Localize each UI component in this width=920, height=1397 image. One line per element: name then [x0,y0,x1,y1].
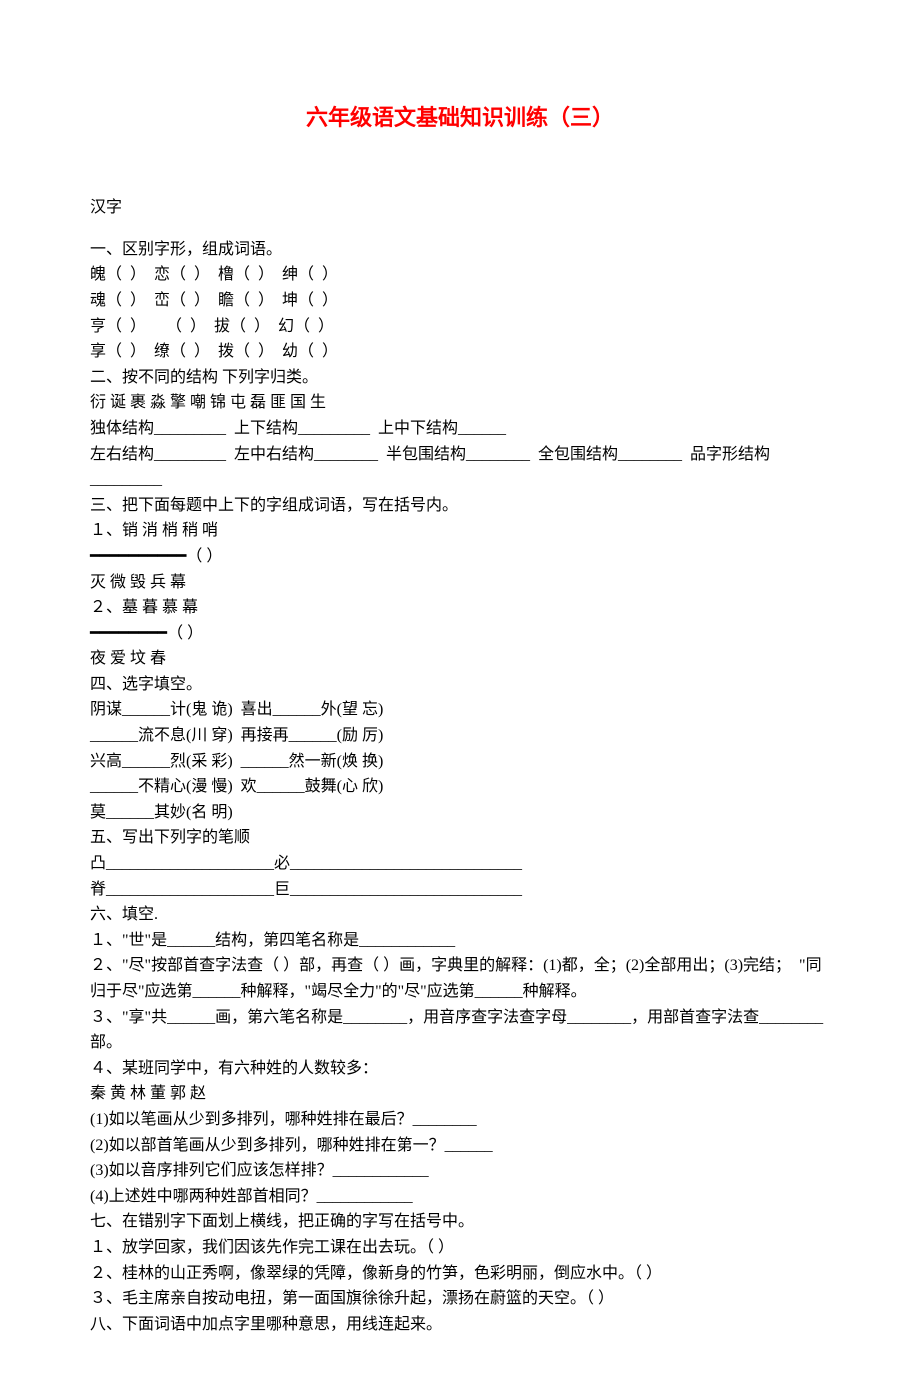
section-3-heading: 三、把下面每题中上下的字组成词语，写在括号内。 [90,493,830,519]
section-5-line: 凸_____________________必_________________… [90,851,830,877]
section-1-line: 魂（ ） 峦（ ） 瞻（ ） 坤（ ） [90,288,830,314]
section-6-line: １、"世"是______结构，第四笔名称是____________ [90,928,830,954]
section-1-line: 亨（ ） （ ） 拔（ ） 幻（ ） [90,314,830,340]
section-6-line: (3)如以音序排列它们应该怎样排？____________ [90,1158,830,1184]
section-4-line: ______不精心(漫 慢) 欢______鼓舞(心 欣) [90,774,830,800]
section-5-line: 脊_____________________巨_________________… [90,877,830,903]
section-4-line: 阴谋______计(鬼 诡) 喜出______外(望 忘) [90,697,830,723]
section-2-line: 独体结构_________ 上下结构_________ 上中下结构______ [90,416,830,442]
section-7-line: ２、桂林的山正秀啊，像翠绿的凭障，像新身的竹笋，色彩明丽，倒应水中。（ ） [90,1261,830,1287]
subject-header: 汉字 [90,195,830,221]
section-6-line: ２、"尽"按部首查字法查（ ）部，再查（ ）画，字典里的解释：(1)都，全；(2… [90,953,830,1004]
section-6-line: ４、某班同学中，有六种姓的人数较多： [90,1056,830,1082]
section-1-line: 享（ ） 缭（ ） 拨（ ） 幼（ ） [90,339,830,365]
section-3-line: 灭 微 毁 兵 幕 [90,570,830,596]
section-1-heading: 一、区别字形，组成词语。 [90,237,830,263]
section-6-line: 秦 黄 林 董 郭 赵 [90,1081,830,1107]
section-6-line: (2)如以部首笔画从少到多排列，哪种姓排在第一？______ [90,1133,830,1159]
section-4-line: 兴高______烈(采 彩) ______然一新(焕 换) [90,749,830,775]
section-6-line: (4)上述姓中哪两种姓部首相同？____________ [90,1184,830,1210]
section-7-heading: 七、在错别字下面划上横线，把正确的字写在括号中。 [90,1209,830,1235]
section-7-line: ３、毛主席亲自按动电扭，第一面国旗徐徐升起，漂扬在蔚篮的天空。（ ） [90,1286,830,1312]
section-3-line: ２、墓 暮 慕 幕 [90,595,830,621]
section-3-line: １、销 消 梢 稍 哨 [90,518,830,544]
section-4-line: ______流不息(川 穿) 再接再______(励 厉) [90,723,830,749]
section-6-heading: 六、填空. [90,902,830,928]
section-6-line: ３、"享"共______画，第六笔名称是________，用音序查字法查字母__… [90,1005,830,1056]
section-4-line: 莫______其妙(名 明) [90,800,830,826]
section-2-line: 衍 诞 裹 淼 擎 嘲 锦 屯 磊 匪 国 生 [90,390,830,416]
section-3-line: 夜 爱 坟 春 [90,646,830,672]
section-7-line: １、放学回家，我们因该先作完工课在出去玩。（ ） [90,1235,830,1261]
section-1-line: 魄（ ） 恋（ ） 橹（ ） 绅（ ） [90,262,830,288]
section-4-heading: 四、选字填空。 [90,672,830,698]
section-3-line: ━━━━━━━━━━（ ） [90,544,830,570]
section-8-heading: 八、下面词语中加点字里哪种意思，用线连起来。 [90,1312,830,1338]
section-3-line: ━━━━━━━━（ ） [90,621,830,647]
section-5-heading: 五、写出下列字的笔顺 [90,825,830,851]
section-6-line: (1)如以笔画从少到多排列，哪种姓排在最后？________ [90,1107,830,1133]
section-2-heading: 二、按不同的结构 下列字归类。 [90,365,830,391]
page-title: 六年级语文基础知识训练（三） [90,100,830,135]
section-2-line: 左右结构_________ 左中右结构________ 半包围结构_______… [90,442,830,493]
